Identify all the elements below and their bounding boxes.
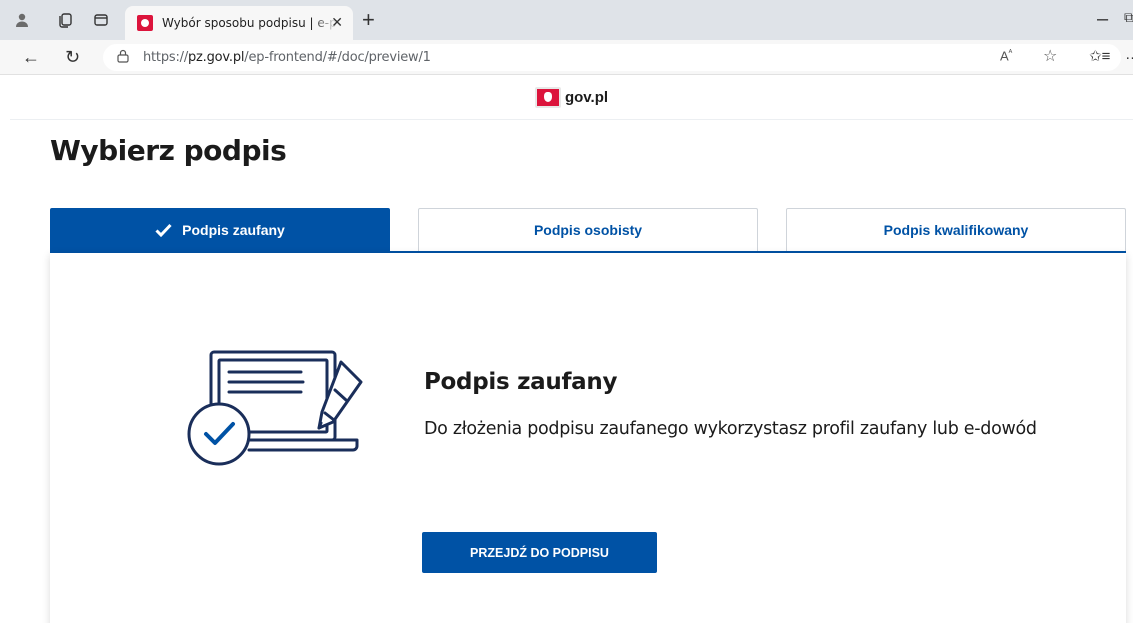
new-tab-icon[interactable]: + (362, 7, 375, 33)
site-header: gov.pl (10, 76, 1133, 120)
tab-label: Podpis kwalifikowany (883, 222, 1029, 238)
tab-podpis-kwalifikowany[interactable]: Podpis kwalifikowany (786, 208, 1126, 251)
tab-label: Podpis osobisty (533, 222, 643, 238)
tab-actions-icon[interactable] (91, 10, 111, 30)
profile-icon[interactable] (12, 10, 32, 30)
web-page: gov.pl Wybierz podpis Podpis zaufany Pod… (10, 76, 1133, 623)
tab-panel: Podpis zaufany Do złożenia podpisu zaufa… (50, 253, 1126, 623)
browser-tab-active[interactable]: Wybór sposobu podpisu | e-podpis ✕ (125, 6, 353, 40)
lock-icon[interactable] (117, 49, 129, 63)
close-tab-icon[interactable]: ✕ (331, 14, 343, 31)
content-title: Podpis zaufany (424, 369, 618, 395)
back-arrow-icon[interactable]: ← (22, 47, 40, 68)
minimize-icon[interactable]: – (1097, 8, 1108, 31)
collections-icon[interactable] (55, 10, 75, 30)
restore-icon[interactable]: ⧉ (1124, 9, 1133, 26)
logo-text: gov.pl (564, 89, 609, 106)
url-text: https://pz.gov.pl/ep-frontend/#/doc/prev… (143, 50, 431, 65)
gov-logo[interactable]: gov.pl (534, 87, 609, 108)
tab-podpis-zaufany[interactable]: Podpis zaufany (50, 208, 390, 251)
browser-address-bar: ← ↻ https://pz.gov.pl/ep-frontend/#/doc/… (0, 40, 1133, 75)
page-title: Wybierz podpis (50, 134, 287, 167)
browser-tab-bar: Wybór sposobu podpisu | e-podpis ✕ + – ⧉ (0, 0, 1133, 40)
browser-tab-title: Wybór sposobu podpisu | e-podpis (162, 16, 338, 30)
tab-podpis-osobisty[interactable]: Podpis osobisty (418, 208, 758, 251)
signature-tabs: Podpis zaufany Podpis osobisty Podpis kw… (50, 208, 1126, 252)
go-to-signature-button[interactable]: PRZEJDŹ DO PODPISU (422, 532, 657, 573)
tab-label: Podpis zaufany (182, 222, 285, 238)
content-description: Do złożenia podpisu zaufanego wykorzysta… (424, 419, 1037, 439)
check-icon (155, 223, 172, 237)
read-aloud-icon[interactable]: Aᴬ (1000, 48, 1012, 63)
refresh-icon[interactable]: ↻ (65, 47, 80, 68)
more-options-icon[interactable]: … (1125, 46, 1133, 63)
laptop-signature-illustration (187, 350, 363, 466)
favorites-icon[interactable]: ✩≡ (1089, 47, 1110, 65)
polish-emblem-icon (534, 87, 561, 108)
url-input[interactable]: https://pz.gov.pl/ep-frontend/#/doc/prev… (103, 44, 1121, 71)
gov-favicon-icon (137, 15, 153, 31)
favorite-star-icon[interactable]: ☆ (1043, 46, 1057, 66)
